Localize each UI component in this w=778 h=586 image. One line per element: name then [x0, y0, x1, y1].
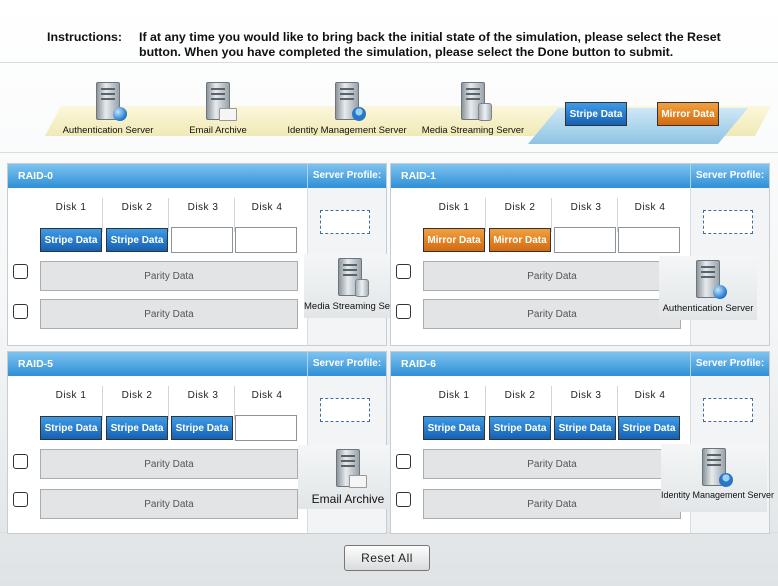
disk-1-slot[interactable]: Stripe Data — [40, 416, 102, 440]
raid-5-panel: RAID-5 Server Profile: Disk 1 Disk 2 Dis… — [7, 351, 398, 534]
mirror-data-chip[interactable]: Mirror Data — [657, 102, 719, 126]
disk-label: Disk 4 — [251, 202, 283, 213]
assigned-server-label: Authentication Server — [662, 303, 754, 314]
disk-3-slot[interactable] — [554, 227, 616, 253]
server-profile-dropzone[interactable] — [320, 210, 370, 234]
panel-header: RAID-5 Server Profile: — [8, 352, 386, 376]
disk-label: Disk 1 — [438, 202, 470, 213]
disk-1-slot[interactable]: Mirror Data — [423, 228, 485, 252]
disk-label: Disk 3 — [570, 202, 602, 213]
server-mail-icon — [336, 449, 367, 488]
disk-2-slot[interactable]: Stripe Data — [489, 416, 551, 440]
server-profile-label: Server Profile: — [690, 164, 769, 188]
assigned-server-label: Email Archive — [311, 492, 385, 506]
server-label: Authentication Server — [62, 125, 154, 136]
server-database-icon — [338, 258, 369, 297]
parity-checkbox[interactable] — [396, 304, 411, 319]
reset-all-button[interactable]: Reset All — [344, 545, 430, 571]
parity-row[interactable]: Parity Data — [423, 449, 681, 479]
disk-label: Disk 4 — [634, 202, 666, 213]
parity-row[interactable]: Parity Data — [40, 489, 298, 519]
disk-label: Disk 2 — [504, 390, 536, 401]
server-identity-management[interactable]: Identity Management Server — [282, 82, 412, 136]
panel-header: RAID-1 Server Profile: — [391, 164, 769, 188]
panel-title: RAID-1 — [401, 170, 437, 182]
parity-checkbox[interactable] — [396, 264, 411, 279]
disk-label: Disk 2 — [504, 202, 536, 213]
server-database-icon — [461, 82, 492, 121]
server-email-archive[interactable]: Email Archive — [178, 82, 258, 136]
server-profile-label: Server Profile: — [307, 164, 386, 188]
server-globe-icon — [696, 260, 727, 299]
disk-4-slot[interactable] — [618, 227, 680, 253]
disk-2-slot[interactable]: Stripe Data — [106, 228, 168, 252]
panel-header: RAID-6 Server Profile: — [391, 352, 769, 376]
instructions-label: Instructions: — [47, 30, 123, 44]
stripe-data-chip[interactable]: Stripe Data — [565, 102, 627, 126]
disk-1-slot[interactable]: Stripe Data — [40, 228, 102, 252]
server-label: Identity Management Server — [287, 125, 407, 136]
raid-0-panel: RAID-0 Server Profile: Disk 1 Disk 2 Dis… — [7, 163, 406, 346]
parity-checkbox[interactable] — [13, 492, 28, 507]
disk-1-slot[interactable]: Stripe Data — [423, 416, 485, 440]
instructions-text: If at any time you would like to bring b… — [139, 30, 721, 59]
panel-title: RAID-5 — [18, 358, 54, 370]
disk-label: Disk 3 — [187, 202, 219, 213]
raid-6-panel: RAID-6 Server Profile: Disk 1 Disk 2 Dis… — [390, 351, 775, 534]
parity-row[interactable]: Parity Data — [40, 299, 298, 329]
disk-label: Disk 1 — [438, 390, 470, 401]
disk-label: Disk 3 — [187, 390, 219, 401]
server-user-icon — [702, 448, 733, 487]
parity-checkbox[interactable] — [13, 454, 28, 469]
parity-row[interactable]: Parity Data — [423, 261, 681, 291]
server-profile-dropzone[interactable] — [703, 210, 753, 234]
disk-3-slot[interactable]: Stripe Data — [171, 416, 233, 440]
parity-checkbox[interactable] — [396, 492, 411, 507]
disk-4-slot[interactable] — [235, 415, 297, 441]
server-label: Media Streaming Server — [421, 125, 525, 136]
parity-row[interactable]: Parity Data — [40, 261, 298, 291]
parity-checkbox[interactable] — [13, 264, 28, 279]
disk-label: Disk 2 — [121, 390, 153, 401]
disk-2-slot[interactable]: Stripe Data — [106, 416, 168, 440]
disk-2-slot[interactable]: Mirror Data — [489, 228, 551, 252]
disk-3-slot[interactable]: Stripe Data — [554, 416, 616, 440]
disk-label: Disk 3 — [570, 390, 602, 401]
server-profile-label: Server Profile: — [690, 352, 769, 376]
assigned-server-label: Identity Management Server — [661, 490, 775, 500]
disk-label: Disk 1 — [55, 202, 87, 213]
disk-label: Disk 4 — [634, 390, 666, 401]
panel-header: RAID-0 Server Profile: — [8, 164, 386, 188]
server-media-streaming[interactable]: Media Streaming Server — [418, 82, 528, 136]
assigned-server[interactable]: Authentication Server — [659, 256, 757, 320]
server-profile-label: Server Profile: — [307, 352, 386, 376]
panel-title: RAID-6 — [401, 358, 437, 370]
raid-1-panel: RAID-1 Server Profile: Disk 1 Disk 2 Dis… — [390, 163, 770, 346]
assigned-server[interactable]: Identity Management Server — [661, 444, 775, 512]
assigned-server[interactable]: Email Archive — [298, 445, 398, 509]
parity-checkbox[interactable] — [396, 454, 411, 469]
disk-label: Disk 1 — [55, 390, 87, 401]
parity-checkbox[interactable] — [13, 304, 28, 319]
disk-4-slot[interactable] — [235, 227, 297, 253]
disk-4-slot[interactable]: Stripe Data — [618, 416, 680, 440]
panel-title: RAID-0 — [18, 170, 54, 182]
server-profile-dropzone[interactable] — [703, 398, 753, 422]
parity-row[interactable]: Parity Data — [40, 449, 298, 479]
server-authentication[interactable]: Authentication Server — [58, 82, 158, 136]
server-user-icon — [335, 82, 366, 121]
parity-row[interactable]: Parity Data — [423, 299, 681, 329]
server-globe-icon — [96, 82, 127, 121]
disk-label: Disk 4 — [251, 390, 283, 401]
parity-row[interactable]: Parity Data — [423, 489, 681, 519]
disk-label: Disk 2 — [121, 202, 153, 213]
assigned-server[interactable]: Media Streaming Server — [304, 254, 407, 318]
server-mail-icon — [206, 82, 237, 121]
assigned-server-label: Media Streaming Server — [304, 301, 407, 312]
server-profile-dropzone[interactable] — [320, 398, 370, 422]
disk-3-slot[interactable] — [171, 227, 233, 253]
server-label: Email Archive — [189, 125, 247, 136]
